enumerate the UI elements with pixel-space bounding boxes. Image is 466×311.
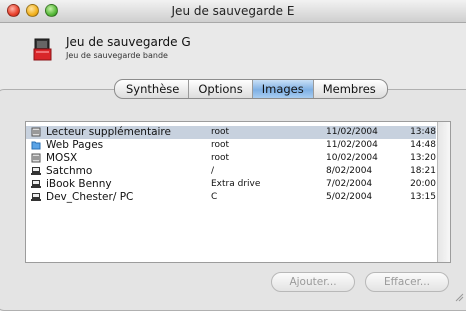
item-date: 10/02/2004 (326, 153, 378, 163)
client-icon (31, 180, 41, 188)
item-name: Lecteur supplémentaire (46, 126, 171, 138)
client-icon (31, 193, 41, 201)
item-date: 5/02/2004 (326, 192, 373, 202)
tab-images[interactable]: Images (252, 80, 314, 98)
backup-set-name: Jeu de sauvegarde G (66, 35, 191, 49)
drive-icon (31, 153, 41, 163)
list-item[interactable]: MOSX root 10/02/2004 13:20 (26, 152, 436, 165)
images-list[interactable]: Lecteur supplémentaire root 11/02/2004 1… (25, 121, 451, 263)
title-bar[interactable]: Jeu de sauvegarde E (0, 0, 466, 23)
tab-options[interactable]: Options (189, 80, 253, 98)
folder-icon (31, 141, 41, 150)
item-date: 11/02/2004 (326, 140, 378, 150)
backup-set-window: Jeu de sauvegarde E Jeu de sauvegarde G … (0, 0, 466, 311)
resize-grip-icon[interactable] (454, 292, 464, 302)
backup-set-type: Jeu de sauvegarde bande (66, 51, 168, 60)
item-time: 13:20 (410, 153, 436, 163)
item-name: Satchmo (46, 165, 93, 177)
item-time: 13:15 (410, 192, 436, 202)
vertical-scrollbar[interactable] (437, 122, 450, 262)
item-name: Dev_Chester/ PC (46, 191, 134, 203)
item-time: 13:48 (410, 127, 436, 137)
item-date: 8/02/2004 (326, 166, 373, 176)
drive-icon (31, 127, 41, 137)
item-time: 14:48 (410, 140, 436, 150)
item-name: iBook Benny (46, 178, 112, 190)
tab-synthese[interactable]: Synthèse (115, 80, 190, 98)
item-user: root (211, 140, 230, 150)
list-item[interactable]: Lecteur supplémentaire root 11/02/2004 1… (26, 126, 436, 139)
item-user: / (211, 166, 215, 176)
item-name: Web Pages (46, 139, 104, 151)
list-item[interactable]: Web Pages root 11/02/2004 14:48 (26, 139, 436, 152)
item-user: C (211, 192, 218, 202)
list-item[interactable]: Satchmo / 8/02/2004 18:21 (26, 165, 436, 178)
item-user: root (211, 127, 230, 137)
item-name: MOSX (46, 152, 78, 164)
add-button[interactable]: Ajouter... (271, 272, 355, 292)
list-item[interactable]: iBook Benny Extra drive 7/02/2004 20:00 (26, 178, 436, 191)
backup-set-icon (33, 38, 52, 61)
item-user: Extra drive (211, 179, 261, 189)
clear-button[interactable]: Effacer... (365, 272, 449, 292)
item-user: root (211, 153, 230, 163)
item-time: 20:00 (410, 179, 436, 189)
item-date: 11/02/2004 (326, 127, 378, 137)
client-icon (31, 167, 41, 175)
tab-membres[interactable]: Membres (314, 80, 387, 98)
list-item[interactable]: Dev_Chester/ PC C 5/02/2004 13:15 (26, 191, 436, 204)
item-date: 7/02/2004 (326, 179, 373, 189)
item-time: 18:21 (410, 166, 436, 176)
window-title: Jeu de sauvegarde E (171, 4, 295, 18)
tab-bar: Synthèse Options Images Membres (114, 79, 388, 99)
